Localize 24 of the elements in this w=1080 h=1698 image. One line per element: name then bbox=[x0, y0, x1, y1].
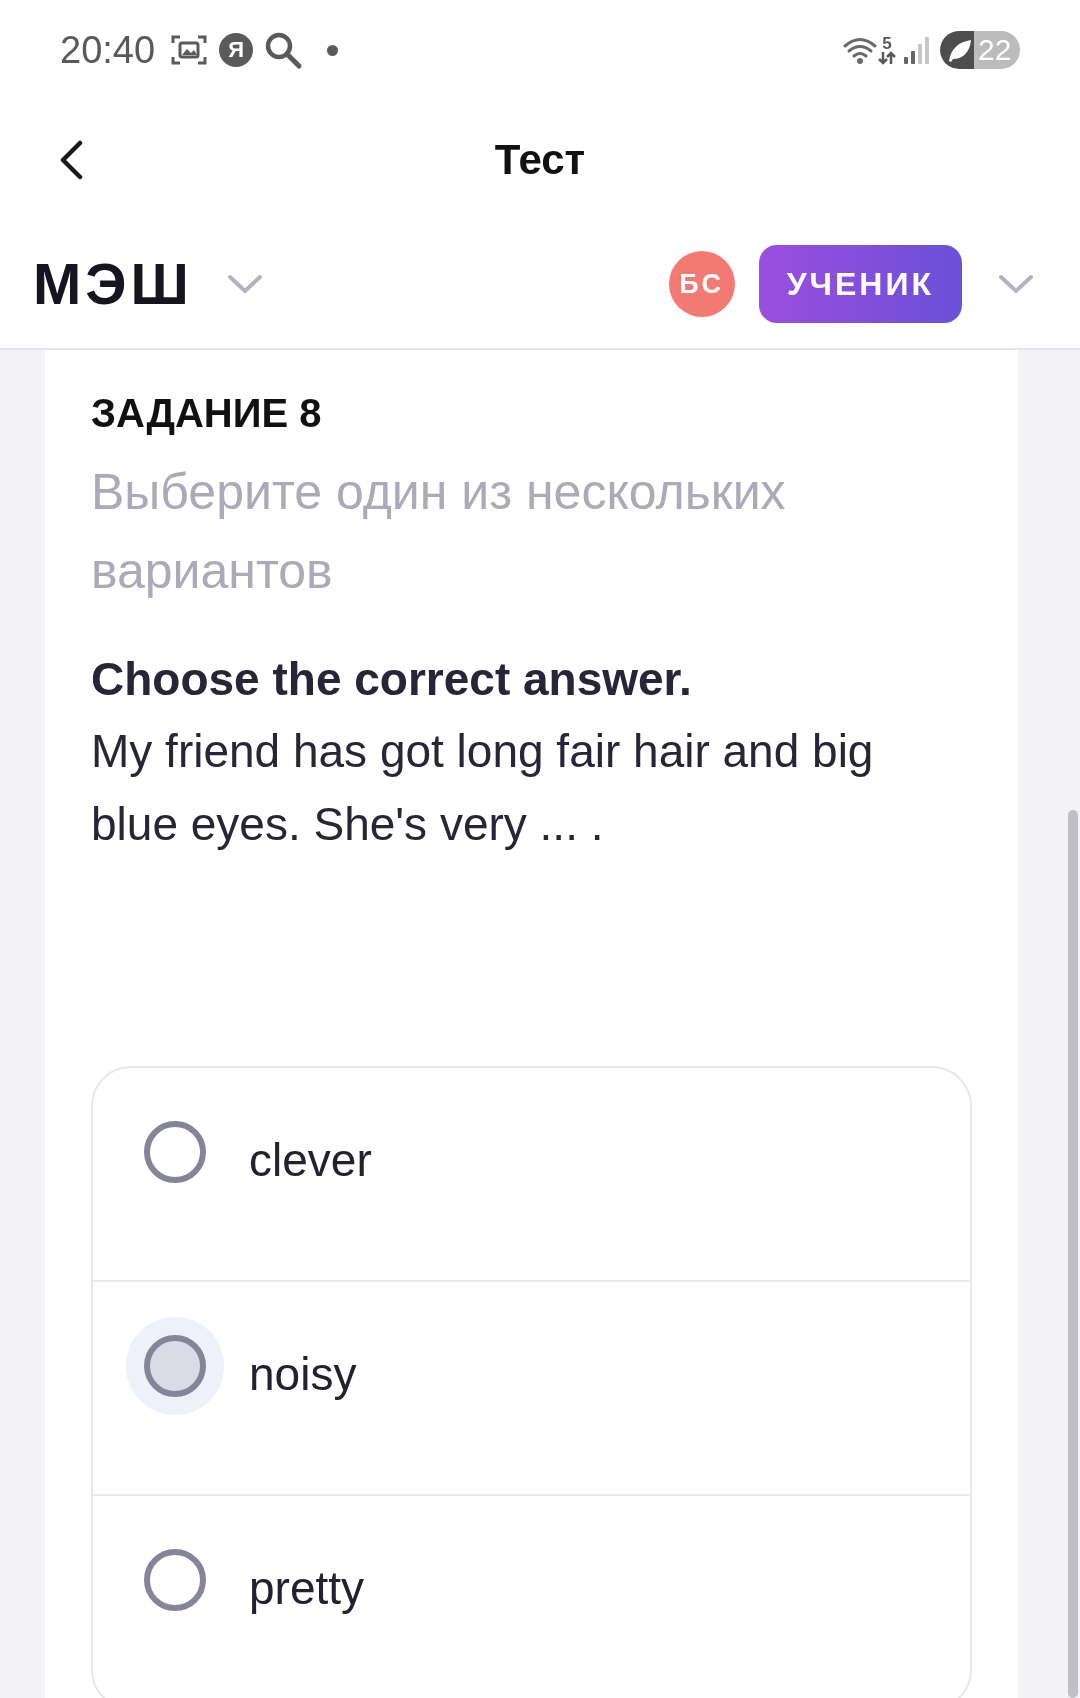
screenshot-icon bbox=[171, 34, 208, 66]
signal-icon bbox=[904, 36, 930, 64]
question-text: My friend has got long fair hair and big blue eyes. She's very ... . bbox=[91, 724, 875, 852]
task-instruction: Choose the correct answer. bbox=[91, 652, 693, 707]
chevron-down-icon[interactable] bbox=[226, 274, 263, 294]
screen-title: Тест bbox=[494, 135, 586, 185]
app-logo[interactable]: МЭШ bbox=[33, 254, 193, 314]
option-label[interactable]: clever bbox=[249, 1121, 372, 1191]
battery-level-text: 22 bbox=[978, 32, 1012, 68]
chevron-left-icon bbox=[58, 140, 84, 180]
wifi-icon bbox=[843, 35, 877, 65]
chevron-down-icon[interactable] bbox=[998, 274, 1034, 294]
task-hint: Выберите один из нескольких вариантов bbox=[91, 463, 787, 601]
network-type-label: 5 bbox=[882, 35, 892, 51]
dot-icon bbox=[327, 44, 339, 56]
role-button[interactable]: УЧЕНИК bbox=[758, 245, 962, 323]
task-heading: ЗАДАНИЕ 8 bbox=[91, 393, 323, 433]
app-letter-badge: Я bbox=[219, 33, 254, 67]
data-arrows-icon bbox=[878, 50, 896, 65]
option-label[interactable]: noisy bbox=[249, 1335, 357, 1405]
option-label[interactable]: pretty bbox=[249, 1549, 365, 1619]
search-icon bbox=[263, 30, 304, 70]
clock-time: 20:40 bbox=[60, 28, 156, 72]
leaf-icon bbox=[940, 31, 976, 69]
